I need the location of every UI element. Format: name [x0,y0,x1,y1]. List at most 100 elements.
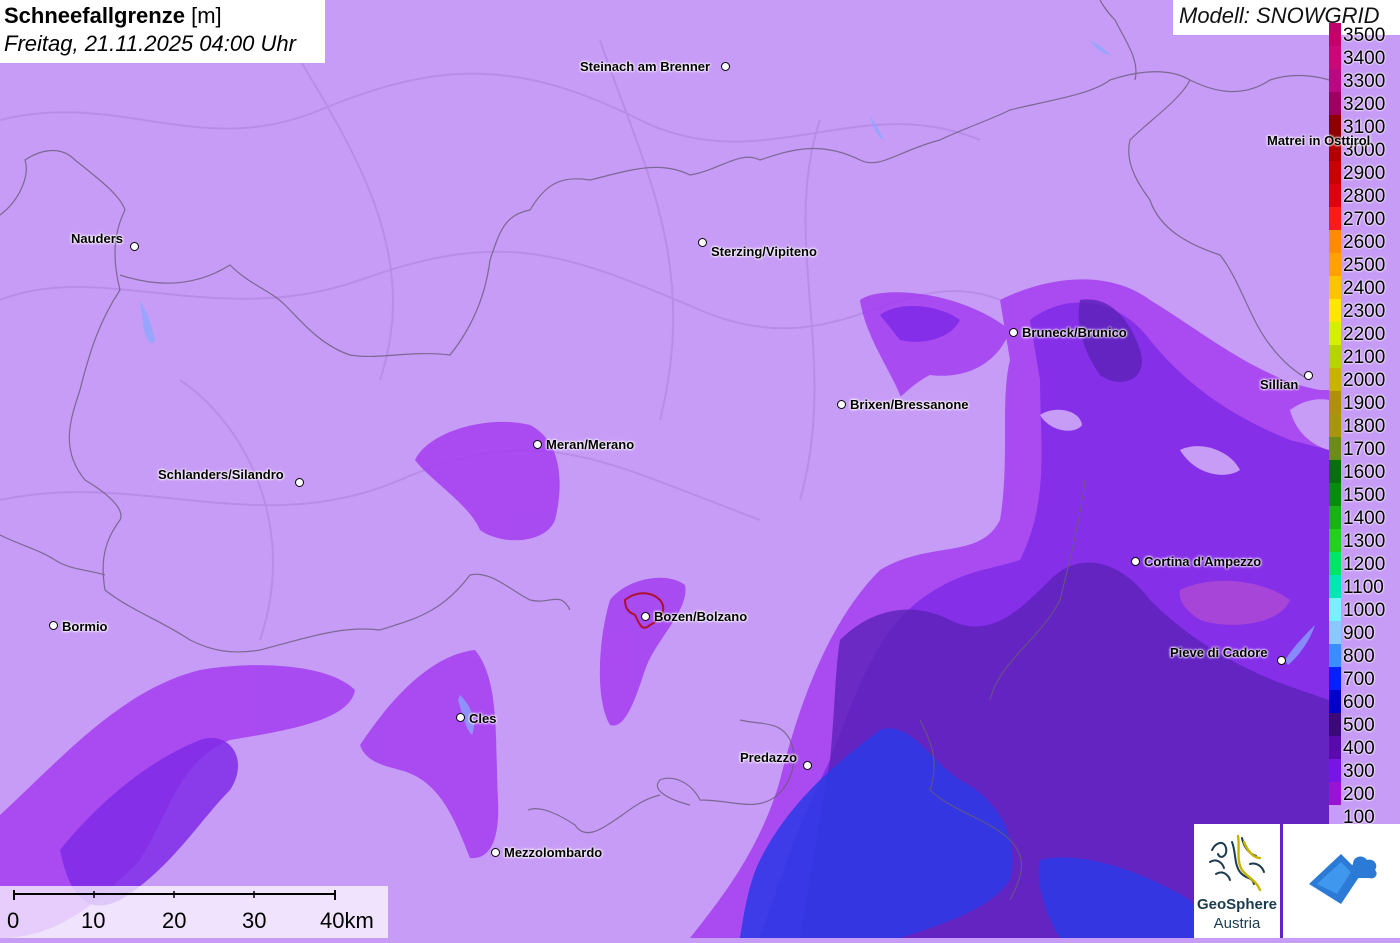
legend-swatch [1329,759,1341,782]
city-marker-icon [698,238,707,247]
legend-label: 300 [1343,761,1375,782]
legend-swatch [1329,736,1341,759]
city-marker-icon [721,62,730,71]
color-legend: 3500 3400 3300 3200 3100 3000 2900 2800 2700 2600… [1329,23,1400,828]
legend-row: 400 [1329,736,1400,759]
legend-swatch [1329,644,1341,667]
city-marker-icon [130,242,139,251]
legend-swatch [1329,506,1341,529]
legend-row: 2600 [1329,230,1400,253]
legend-row: 1700 [1329,437,1400,460]
geosphere-name: GeoSphere [1196,896,1278,913]
legend-swatch [1329,23,1341,46]
scale-tick-0: 0 [7,908,20,933]
city-label: Cles [469,711,497,726]
legend-label: 2400 [1343,278,1386,299]
legend-label: 2200 [1343,324,1386,345]
legend-label: 1900 [1343,393,1386,414]
legend-row: 1300 [1329,529,1400,552]
legend-row: 300 [1329,759,1400,782]
legend-label: 2300 [1343,301,1386,322]
legend-swatch [1329,345,1341,368]
geosphere-logo[interactable]: GeoSphere Austria [1194,824,1280,938]
legend-label: 2700 [1343,209,1386,230]
legend-label: 1600 [1343,462,1386,483]
legend-row: 500 [1329,713,1400,736]
legend-swatch [1329,322,1341,345]
legend-label: 3500 [1343,25,1386,46]
scale-tick-30: 30 [242,908,267,933]
legend-swatch [1329,713,1341,736]
title-variable: Schneefallgrenze [4,3,185,28]
legend-swatch [1329,529,1341,552]
city-label: Bozen/Bolzano [654,609,748,624]
app-logo[interactable] [1283,824,1400,938]
city-marker-icon [641,612,650,621]
city-label: Cortina d'Ampezzo [1144,554,1262,569]
legend-swatch [1329,92,1341,115]
legend-label: 1200 [1343,554,1386,575]
title-unit: [m] [191,3,222,28]
legend-row: 2300 [1329,299,1400,322]
legend-row: 3500 [1329,23,1400,46]
city-label: Matrei in Osttirol [1267,133,1371,148]
legend-label: 2000 [1343,370,1386,391]
legend-row: 1100 [1329,575,1400,598]
city-marker-icon [49,621,58,630]
legend-label: 2500 [1343,255,1386,276]
legend-row: 2900 [1329,161,1400,184]
city-label: Meran/Merano [546,437,635,452]
legend-row: 3300 [1329,69,1400,92]
legend-label: 3300 [1343,71,1386,92]
legend-label: 2900 [1343,163,1386,184]
legend-swatch [1329,391,1341,414]
legend-swatch [1329,552,1341,575]
legend-label: 600 [1343,692,1375,713]
map-title: Schneefallgrenze [m] Freitag, 21.11.2025… [0,0,325,63]
legend-swatch [1329,253,1341,276]
legend-label: 400 [1343,738,1375,759]
legend-row: 200 [1329,782,1400,805]
legend-swatch [1329,161,1341,184]
legend-row: 2200 [1329,322,1400,345]
legend-label: 1300 [1343,531,1386,552]
legend-row: 1900 [1329,391,1400,414]
legend-row: 2000 [1329,368,1400,391]
legend-swatch [1329,598,1341,621]
legend-label: 1400 [1343,508,1386,529]
legend-label: 500 [1343,715,1375,736]
city-label: Bruneck/Brunico [1022,325,1127,340]
legend-row: 2700 [1329,207,1400,230]
legend-swatch [1329,46,1341,69]
city-marker-icon [491,848,500,857]
legend-label: 1800 [1343,416,1386,437]
scale-tick-20: 20 [162,908,187,933]
city-marker-icon [837,400,846,409]
city-marker-icon [295,478,304,487]
legend-label: 200 [1343,784,1375,805]
legend-swatch [1329,414,1341,437]
legend-swatch [1329,667,1341,690]
legend-label: 900 [1343,623,1375,644]
legend-row: 1400 [1329,506,1400,529]
title-line: Schneefallgrenze [m] [4,2,321,30]
title-datetime: Freitag, 21.11.2025 04:00 Uhr [4,31,296,56]
city-label: Pieve di Cadore [1170,645,1268,660]
legend-row: 1500 [1329,483,1400,506]
legend-row: 1200 [1329,552,1400,575]
legend-row: 900 [1329,621,1400,644]
legend-row: 2100 [1329,345,1400,368]
legend-swatch [1329,299,1341,322]
legend-label: 3200 [1343,94,1386,115]
legend-swatch [1329,483,1341,506]
scale-tick-10: 10 [81,908,106,933]
city-label: Sterzing/Vipiteno [711,244,817,259]
legend-swatch [1329,782,1341,805]
legend-row: 2500 [1329,253,1400,276]
geosphere-emblem-icon [1209,834,1265,892]
legend-swatch [1329,690,1341,713]
legend-swatch [1329,575,1341,598]
city-marker-icon [1009,328,1018,337]
legend-row: 1000 [1329,598,1400,621]
city-label: Brixen/Bressanone [850,397,969,412]
